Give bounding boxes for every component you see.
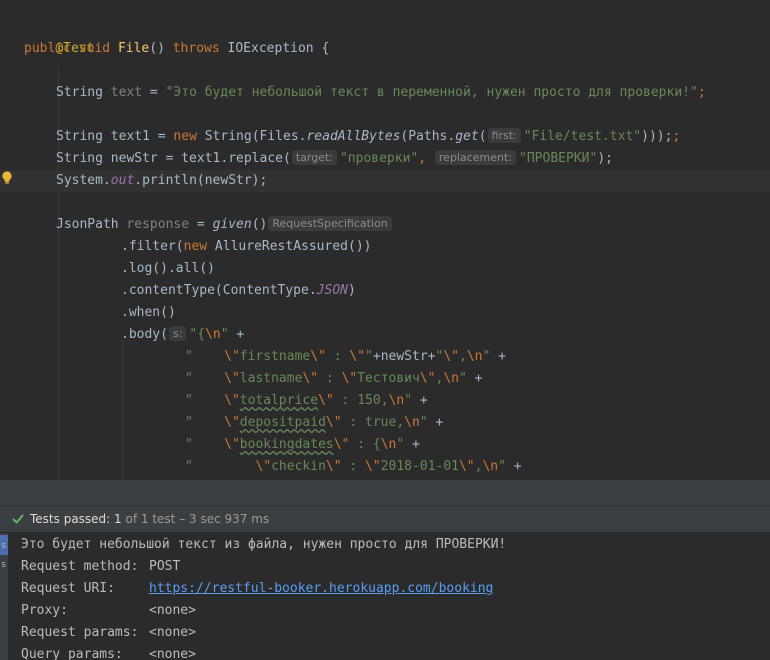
code-line-text-decl: String text = "Это будет небольшой текст… bbox=[56, 85, 706, 100]
console-value: POST bbox=[149, 559, 181, 574]
console-label: Query params: bbox=[21, 647, 123, 660]
parameter-hint: target: bbox=[291, 150, 337, 165]
code-line-json-checkin: " \"checkin\" : \"2018-01-01\",\n" + bbox=[185, 459, 522, 474]
console-label: Request method: bbox=[21, 559, 139, 574]
code-line-content-type: .contentType(ContentType.JSON) bbox=[121, 283, 356, 298]
code-line-json-firstname: " \"firstname\" : \""+newStr+"\",\n" + bbox=[185, 349, 506, 364]
panel-divider[interactable] bbox=[0, 480, 770, 505]
code-line-text1-decl: String text1 = new String(Files.readAllB… bbox=[56, 128, 681, 144]
console-label: Request URI: bbox=[21, 581, 115, 596]
test-status-bar: Tests passed: 1 of 1 test – 3 sec 937 ms bbox=[0, 505, 770, 533]
console-value: <none> bbox=[149, 603, 196, 618]
strip-mark: s bbox=[1, 560, 7, 570]
code-line-when: .when() bbox=[121, 305, 176, 320]
code-line-json-bookingdates: " \"bookingdates\" : {\n" + bbox=[185, 437, 420, 452]
console-value: <none> bbox=[149, 647, 196, 660]
parameter-hint: first: bbox=[487, 128, 521, 143]
code-line-method-signature: public void File() throws IOException { bbox=[24, 41, 330, 56]
checkmark-icon bbox=[12, 514, 24, 524]
code-editor[interactable]: @Test public void File() throws IOExcept… bbox=[0, 0, 770, 480]
code-line-newstr-decl: String newStr = text1.replace(target: "пр… bbox=[56, 150, 613, 166]
code-line-println[interactable]: System.out.println(newStr); bbox=[0, 170, 770, 192]
code-line-json-lastname: " \"lastname\" : \"Тестович\",\n" + bbox=[185, 371, 483, 386]
tests-passed-label: Tests passed: bbox=[30, 512, 111, 526]
console-label: Request params: bbox=[21, 625, 139, 640]
type-hint: RequestSpecification bbox=[268, 216, 392, 231]
console-label: Proxy: bbox=[21, 603, 68, 618]
code-line-jsonpath-decl: JsonPath response = given() RequestSpecif… bbox=[0, 214, 770, 236]
console-output[interactable]: s s Это будет небольшой текст из файла, … bbox=[0, 533, 770, 660]
parameter-hint: s: bbox=[168, 326, 187, 341]
test-status-text: Tests passed: 1 of 1 test – 3 sec 937 ms bbox=[30, 506, 269, 532]
console-line: Это будет небольшой текст из файла, нуже… bbox=[21, 537, 507, 552]
code-line-json-totalprice: " \"totalprice\" : 150,\n" + bbox=[185, 393, 428, 408]
tests-passed-count: 1 bbox=[114, 512, 122, 526]
console-value: <none> bbox=[149, 625, 196, 640]
parameter-hint: replacement: bbox=[434, 150, 517, 165]
code-line-json-depositpaid: " \"depositpaid\" : true,\n" + bbox=[185, 415, 444, 430]
lightbulb-icon[interactable] bbox=[1, 170, 13, 186]
strip-mark: s bbox=[1, 541, 7, 551]
code-line-log: .log().all() bbox=[121, 261, 215, 276]
console-side-strip: s s bbox=[0, 533, 8, 660]
code-line-body: .body(s: "{\n" + bbox=[121, 326, 245, 342]
code-line-annotation: @Test bbox=[0, 16, 770, 56]
method-name: File bbox=[117, 41, 150, 56]
code-line-filter: .filter(new AllureRestAssured()) bbox=[121, 239, 372, 254]
tests-summary: of 1 test – 3 sec 937 ms bbox=[125, 512, 270, 526]
request-uri-link[interactable]: https://restful-booker.herokuapp.com/boo… bbox=[149, 578, 493, 600]
